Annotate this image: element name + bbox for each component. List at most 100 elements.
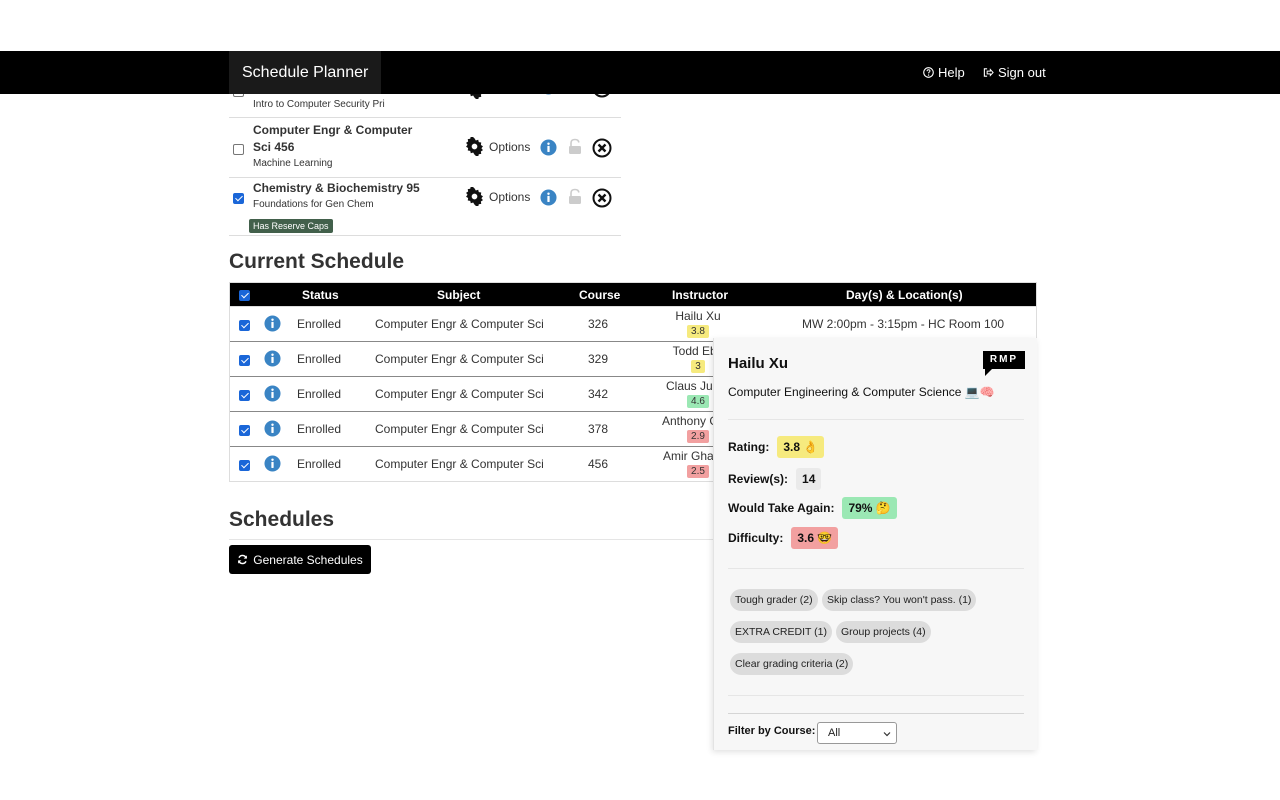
subject-cell: Computer Engr & Computer Sci [375, 422, 544, 436]
col-course: Course [579, 288, 621, 302]
remove-icon[interactable] [592, 188, 612, 208]
gear-icon [466, 137, 483, 156]
difficulty-stat: Difficulty: 3.6 🤓 [728, 527, 839, 549]
rating-badge[interactable]: 2.9 [687, 430, 709, 443]
course-list: Intro to Computer Security Pri Computer … [229, 78, 621, 236]
col-status: Status [302, 288, 339, 302]
options-button[interactable]: Options [465, 137, 530, 156]
unlock-icon[interactable] [568, 188, 582, 205]
take-again-stat: Would Take Again: 79% 🤔 [728, 497, 897, 519]
rating-stat: Rating: 3.8 👌 [728, 436, 825, 458]
professor-tag: Skip class? You won't pass. (1) [822, 589, 977, 611]
professor-tag: Tough grader (2) [730, 589, 818, 611]
generate-schedules-button[interactable]: Generate Schedules [229, 545, 371, 574]
top-navbar: Schedule Planner Help Sign out [0, 51, 1280, 94]
info-icon[interactable] [540, 189, 557, 206]
col-instructor: Instructor [672, 288, 729, 302]
row-checkbox[interactable] [239, 320, 250, 331]
difficulty-label: Difficulty: [728, 531, 784, 545]
course-cell: 456 [588, 457, 609, 471]
rating-label: Rating: [728, 440, 770, 454]
rating-value: 3.8 👌 [777, 436, 825, 458]
course-item: Computer Engr & Computer Sci 456 Machine… [229, 118, 621, 178]
info-icon[interactable] [264, 420, 281, 437]
row-checkbox[interactable] [239, 390, 250, 401]
course-subtitle: Intro to Computer Security Pri [253, 99, 385, 110]
row-checkbox[interactable] [239, 425, 250, 436]
subject-cell: Computer Engr & Computer Sci [375, 352, 544, 366]
schedules-heading: Schedules [229, 508, 335, 531]
options-label: Options [489, 139, 531, 154]
take-again-value: 79% 🤔 [842, 497, 897, 519]
sign-out-icon [983, 68, 994, 77]
course-subtitle: Machine Learning [253, 158, 333, 169]
professor-tag: Clear grading criteria (2) [730, 653, 854, 675]
take-again-label: Would Take Again: [728, 501, 835, 515]
rmp-logo[interactable]: RMP [983, 351, 1025, 376]
reviews-label: Review(s): [728, 472, 789, 486]
course-cell: 378 [588, 422, 609, 436]
course-filter-select[interactable]: All [817, 722, 897, 744]
course-title: Chemistry & Biochemistry 95 [253, 181, 420, 195]
professor-tag: EXTRA CREDIT (1) [730, 621, 832, 643]
reviews-stat: Review(s): 14 [728, 468, 822, 490]
unlock-icon[interactable] [568, 138, 582, 155]
table-header: Status Subject Course Instructor Day(s) … [230, 283, 1036, 306]
status-cell: Enrolled [297, 422, 342, 436]
status-cell: Enrolled [297, 317, 342, 331]
status-cell: Enrolled [297, 457, 342, 471]
sign-out-label: Sign out [998, 65, 1046, 80]
options-button[interactable]: Options [465, 187, 530, 206]
info-icon[interactable] [264, 385, 281, 402]
filter-label: Filter by Course: [728, 725, 816, 737]
status-cell: Enrolled [297, 387, 342, 401]
help-link[interactable]: Help [923, 51, 965, 94]
question-circle-icon [923, 67, 934, 78]
reviews-value: 14 [796, 468, 822, 490]
chevron-down-icon [883, 732, 891, 737]
rating-badge[interactable]: 2.5 [687, 465, 709, 478]
options-label: Options [489, 189, 531, 204]
select-all-checkbox[interactable] [239, 290, 250, 301]
subject-cell: Computer Engr & Computer Sci [375, 387, 544, 401]
professor-department: Computer Engineering & Computer Science … [728, 385, 995, 399]
current-schedule-heading: Current Schedule [229, 250, 405, 273]
brand-title[interactable]: Schedule Planner [229, 51, 382, 94]
col-days-location: Day(s) & Location(s) [846, 288, 963, 302]
difficulty-value: 3.6 🤓 [791, 527, 839, 549]
divider [728, 568, 1024, 569]
info-icon[interactable] [540, 139, 557, 156]
col-subject: Subject [437, 288, 481, 302]
rating-badge[interactable]: 3 [691, 360, 705, 373]
info-icon[interactable] [264, 455, 281, 472]
course-checkbox[interactable] [233, 144, 244, 155]
info-icon[interactable] [264, 315, 281, 332]
location-cell: MW 2:00pm - 3:15pm - HC Room 100 [802, 317, 1005, 331]
reserve-caps-badge: Has Reserve Caps [249, 219, 333, 233]
info-icon[interactable] [264, 350, 281, 367]
course-cell: 326 [588, 317, 609, 331]
divider [728, 419, 1024, 420]
sign-out-link[interactable]: Sign out [983, 51, 1046, 94]
rating-badge[interactable]: 4.6 [687, 395, 709, 408]
remove-icon[interactable] [592, 138, 612, 158]
gear-icon [466, 187, 483, 206]
course-title: Computer Engr & Computer Sci 456 [253, 123, 413, 154]
course-checkbox[interactable] [233, 193, 244, 204]
status-cell: Enrolled [297, 352, 342, 366]
subject-cell: Computer Engr & Computer Sci [375, 317, 544, 331]
refresh-icon [238, 554, 248, 565]
instructor-cell[interactable]: Hailu Xu 3.8 [653, 309, 743, 338]
professor-name: Hailu Xu [728, 355, 789, 372]
generate-schedules-label: Generate Schedules [253, 552, 363, 567]
rating-badge[interactable]: 3.8 [687, 325, 709, 338]
course-cell: 329 [588, 352, 609, 366]
course-filter-value: All [828, 727, 841, 739]
professor-tag: Group projects (4) [836, 621, 931, 643]
rmp-professor-popup: Hailu Xu RMP Computer Engineering & Comp… [713, 338, 1037, 750]
divider [728, 695, 1024, 696]
divider [728, 713, 1024, 714]
row-checkbox[interactable] [239, 460, 250, 471]
table-row[interactable]: Enrolled Computer Engr & Computer Sci 32… [230, 306, 1036, 341]
row-checkbox[interactable] [239, 355, 250, 366]
